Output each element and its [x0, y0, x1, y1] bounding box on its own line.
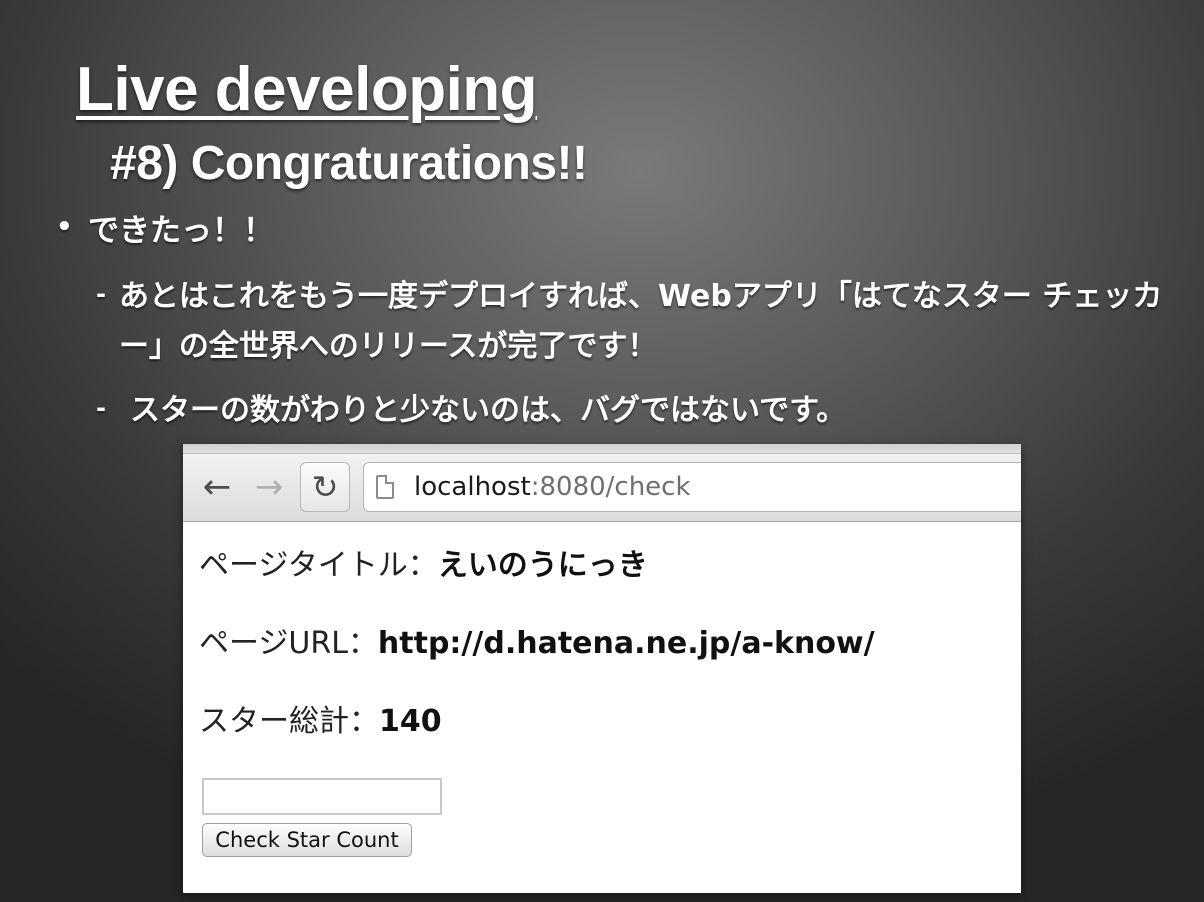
- back-arrow-icon[interactable]: ←: [197, 466, 237, 508]
- url-input[interactable]: [202, 778, 442, 815]
- star-total-label: スター総計：: [199, 704, 379, 739]
- page-url-value: http://d.hatena.ne.jp/a-know/: [377, 626, 875, 661]
- address-url: localhost:8080/check: [414, 472, 691, 502]
- browser-screenshot: ← → ↻ localhost:8080/check ページタイトル：えいのうに…: [183, 444, 1021, 893]
- bullet-item: • できたっ！！: [56, 205, 274, 250]
- sub-bullet-text: あとはこれをもう一度デプロイすれば、Webアプリ「はてなスター チェッカー」の全…: [118, 279, 1163, 364]
- slide-title: Live developing: [76, 55, 538, 124]
- star-total-value: 140: [379, 704, 442, 739]
- bullet-marker: •: [56, 212, 73, 242]
- url-path: :8080/check: [530, 472, 691, 502]
- page-title-value: えいのうにっき: [437, 548, 648, 583]
- url-host: localhost: [414, 472, 531, 502]
- sub-bullet-marker: -: [96, 394, 106, 422]
- sub-bullet-marker: -: [96, 280, 106, 308]
- tab-strip: [183, 444, 1021, 454]
- page-url-row: ページURL：http://d.hatena.ne.jp/a-know/: [199, 618, 875, 662]
- page-title-label: ページタイトル：: [199, 548, 438, 583]
- page-icon: [376, 475, 394, 499]
- slide-subtitle: #8) Congraturations!!: [110, 137, 588, 190]
- forward-arrow-icon[interactable]: →: [249, 466, 289, 508]
- reload-icon[interactable]: ↻: [300, 462, 350, 512]
- check-star-count-button[interactable]: Check Star Count: [202, 823, 412, 857]
- browser-toolbar: ← → ↻ localhost:8080/check: [183, 454, 1021, 522]
- sub-bullet-item: - スターの数がわりと少ないのは、バグではないです。: [96, 386, 1186, 436]
- star-total-row: スター総計：140: [199, 696, 442, 740]
- page-url-label: ページURL：: [199, 626, 378, 661]
- bullet-text: できたっ！！: [88, 213, 274, 249]
- sub-bullet-text: スターの数がわりと少ないのは、バグではないです。: [130, 393, 847, 428]
- address-bar[interactable]: localhost:8080/check: [363, 462, 1021, 512]
- page-title-row: ページタイトル：えいのうにっき: [199, 540, 648, 584]
- sub-bullet-item: - あとはこれをもう一度デプロイすれば、Webアプリ「はてなスター チェッカー」…: [96, 272, 1186, 372]
